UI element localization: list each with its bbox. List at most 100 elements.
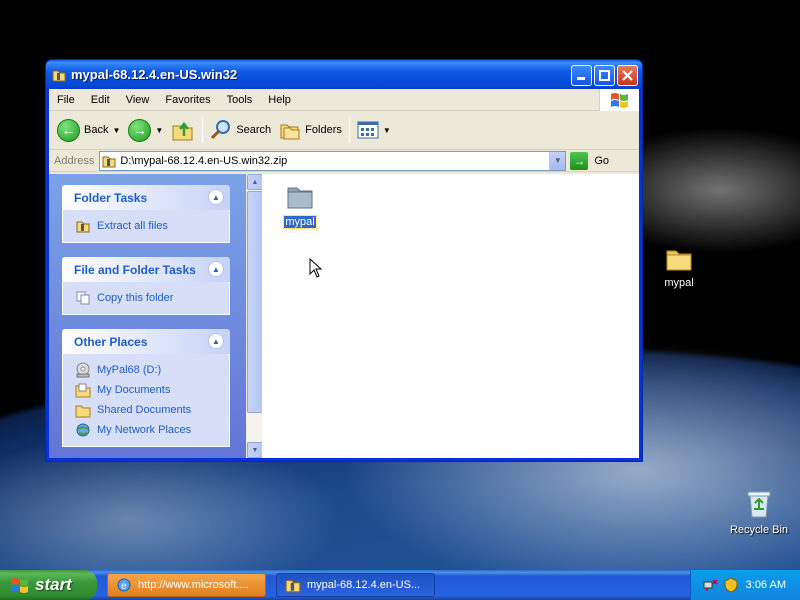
- toolbar-separator: [202, 117, 204, 143]
- folder-icon: [666, 250, 692, 271]
- zip-folder-icon: [102, 156, 116, 167]
- explorer-body: Folder Tasks ▲ Extract all files File an…: [49, 174, 639, 458]
- go-arrow-icon: →: [570, 151, 589, 170]
- close-icon: [622, 70, 633, 81]
- recycle-bin-icon: [747, 491, 771, 518]
- chevron-down-icon[interactable]: ▼: [112, 126, 120, 135]
- minimize-icon: [577, 77, 585, 80]
- task-label: Extract all files: [97, 220, 168, 232]
- address-dropdown-button[interactable]: ▼: [549, 151, 566, 170]
- search-icon: [211, 120, 231, 140]
- go-label: Go: [594, 154, 610, 167]
- zip-folder-icon: [52, 70, 66, 81]
- toolbar: ← Back ▼ → ▼ Search Folders ▼: [49, 111, 639, 150]
- panel-body: MyPal68 (D:) My Documents Shared Documen…: [62, 354, 230, 447]
- panel-body: Copy this folder: [62, 282, 230, 315]
- chevron-down-icon[interactable]: ▼: [383, 126, 391, 135]
- title-bar[interactable]: mypal-68.12.4.en-US.win32: [46, 60, 642, 89]
- panel-file-and-folder-tasks: File and Folder Tasks ▲ Copy this folder: [62, 257, 230, 315]
- clock: 3:06 AM: [745, 579, 786, 591]
- network-places-icon: [75, 422, 91, 438]
- scroll-down-button[interactable]: ▼: [247, 442, 263, 458]
- windows-logo-icon: [11, 578, 28, 593]
- start-button[interactable]: start: [0, 570, 97, 600]
- place-label: Shared Documents: [97, 404, 192, 416]
- drive-icon: [75, 362, 91, 378]
- start-label: start: [35, 575, 72, 594]
- back-button[interactable]: ← Back ▼: [53, 114, 124, 146]
- scroll-thumb[interactable]: [247, 191, 263, 413]
- minimize-button[interactable]: [571, 65, 592, 86]
- taskbar-item-explorer[interactable]: mypal-68.12.4.en-US...: [276, 573, 435, 597]
- collapse-chevron-icon[interactable]: ▲: [208, 189, 224, 205]
- svg-text:e: e: [121, 581, 127, 592]
- task-label: Copy this folder: [97, 292, 174, 304]
- place-drive-d[interactable]: MyPal68 (D:): [75, 360, 229, 380]
- views-button[interactable]: ▼: [353, 114, 395, 146]
- ie-icon: e: [117, 578, 131, 592]
- menu-edit[interactable]: Edit: [83, 94, 118, 106]
- shared-documents-icon: [75, 402, 91, 418]
- menu-favorites[interactable]: Favorites: [157, 94, 218, 106]
- zip-folder-icon: [285, 579, 301, 593]
- desktop-icon-recycle-bin[interactable]: Recycle Bin: [721, 489, 797, 536]
- menu-bar: File Edit View Favorites Tools Help: [49, 89, 639, 111]
- close-button[interactable]: [617, 65, 638, 86]
- forward-arrow-icon: →: [128, 118, 152, 142]
- panel-folder-tasks: Folder Tasks ▲ Extract all files: [62, 185, 230, 243]
- panel-body: Extract all files: [62, 210, 230, 243]
- task-copy-this-folder[interactable]: Copy this folder: [75, 288, 229, 308]
- panel-header[interactable]: File and Folder Tasks ▲: [62, 257, 230, 282]
- place-label: My Documents: [97, 384, 171, 396]
- menu-tools[interactable]: Tools: [219, 94, 261, 106]
- search-button[interactable]: Search: [206, 114, 275, 146]
- window-client: File Edit View Favorites Tools Help ← Ba…: [49, 89, 639, 458]
- address-value: D:\mypal-68.12.4.en-US.win32.zip: [120, 154, 288, 167]
- place-label: MyPal68 (D:): [97, 364, 162, 376]
- scroll-up-button[interactable]: ▲: [247, 174, 263, 190]
- system-tray: 3:06 AM: [690, 570, 800, 600]
- place-my-network-places[interactable]: My Network Places: [75, 420, 229, 440]
- panel-title: Folder Tasks: [74, 190, 148, 205]
- collapse-chevron-icon[interactable]: ▲: [208, 261, 224, 277]
- chevron-down-icon[interactable]: ▼: [155, 126, 163, 135]
- folders-button[interactable]: Folders: [275, 114, 346, 146]
- back-label: Back: [84, 124, 109, 136]
- place-my-documents[interactable]: My Documents: [75, 380, 229, 400]
- toolbar-separator: [348, 117, 350, 143]
- search-label: Search: [236, 124, 272, 136]
- menu-help[interactable]: Help: [260, 94, 299, 106]
- panel-header[interactable]: Folder Tasks ▲: [62, 185, 230, 210]
- up-folder-button[interactable]: [167, 114, 199, 146]
- back-arrow-icon: ←: [57, 118, 80, 142]
- network-tray-icon[interactable]: [703, 577, 719, 593]
- file-list: mypal: [262, 174, 639, 458]
- folders-label: Folders: [305, 124, 342, 136]
- place-shared-documents[interactable]: Shared Documents: [75, 400, 229, 420]
- desktop-icon-label: mypal: [664, 277, 694, 289]
- maximize-button[interactable]: [594, 65, 615, 86]
- panel-header[interactable]: Other Places ▲: [62, 329, 230, 354]
- task-pane: Folder Tasks ▲ Extract all files File an…: [49, 174, 246, 458]
- address-field[interactable]: D:\mypal-68.12.4.en-US.win32.zip ▼: [99, 150, 567, 171]
- desktop-icon-label: Recycle Bin: [729, 524, 789, 536]
- mouse-cursor-icon: [309, 258, 323, 278]
- desktop-icon-mypal[interactable]: mypal: [641, 246, 717, 289]
- up-folder-icon: [172, 121, 193, 141]
- menu-file[interactable]: File: [49, 94, 83, 106]
- collapse-chevron-icon[interactable]: ▲: [208, 333, 224, 349]
- forward-button[interactable]: → ▼: [124, 114, 167, 146]
- security-tray-icon[interactable]: [723, 577, 739, 593]
- menu-view[interactable]: View: [118, 94, 158, 106]
- place-label: My Network Places: [97, 424, 192, 436]
- file-item-mypal[interactable]: mypal: [282, 184, 318, 229]
- task-label: mypal-68.12.4.en-US...: [307, 579, 421, 591]
- go-button[interactable]: → Go: [570, 151, 610, 170]
- views-icon: [357, 121, 379, 139]
- panel-title: Other Places: [74, 334, 148, 349]
- panel-other-places: Other Places ▲ MyPal68 (D:) My Documents…: [62, 329, 230, 447]
- task-extract-all-files[interactable]: Extract all files: [75, 216, 229, 236]
- vertical-scrollbar[interactable]: ▲ ▼: [246, 174, 263, 458]
- maximize-icon: [599, 70, 610, 81]
- taskbar-item-ie[interactable]: e http://www.microsoft....: [107, 573, 266, 597]
